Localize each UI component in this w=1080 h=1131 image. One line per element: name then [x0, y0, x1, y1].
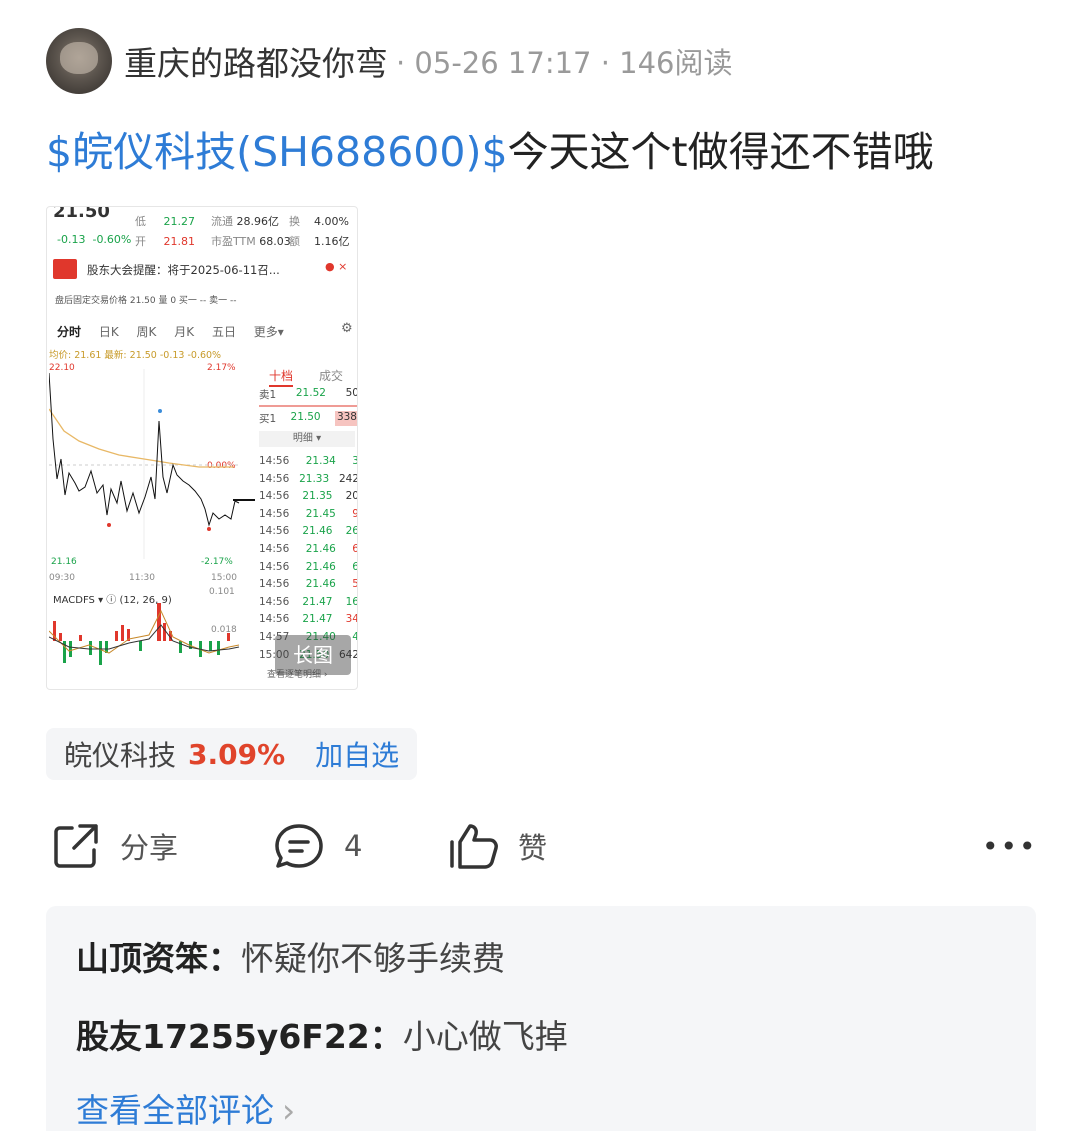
trade-row: 14:56 21.33 242	[259, 472, 358, 485]
tab-trades[interactable]: 成交	[319, 367, 343, 384]
tab-week: 周K	[136, 325, 157, 339]
trade-row: 14:5621.465	[259, 578, 357, 591]
comments-panel: 山顶资笨：怀疑你不够手续费 股友17255y6F22：小心做飞掉 查看全部评论 ›	[46, 906, 1036, 1131]
avatar[interactable]	[46, 28, 112, 94]
trade-row: 14:56 21.35 20	[259, 490, 358, 503]
post-text: $皖仪科技(SH688600)$今天这个t做得还不错哦	[46, 124, 934, 180]
author-name[interactable]: 重庆的路都没你弯	[124, 37, 388, 85]
gear-icon[interactable]: ⚙	[341, 321, 353, 336]
intraday-chart	[49, 369, 240, 559]
trade-row: 14:5621.343	[259, 455, 357, 467]
shot-notice[interactable]: 股东大会提醒：将于2025-06-11召...	[87, 262, 280, 278]
stock-chip[interactable]: 皖仪科技 3.09% 加自选	[46, 728, 418, 780]
comment-item[interactable]: 股友17255y6F22：小心做飞掉	[76, 1010, 568, 1058]
post-header: 重庆的路都没你弯 · 05-26 17:17 · 146阅读	[46, 28, 733, 94]
stock-screenshot[interactable]: 21.50 -0.13 -0.60% 低 21.27 开 21.81 流通 28…	[46, 206, 358, 690]
comment-icon	[275, 824, 323, 868]
shot-change: -0.13	[57, 233, 86, 246]
tab-more: 更多▾	[253, 325, 284, 339]
trade-row: 14:5621.466	[259, 543, 357, 555]
view-all-comments-link[interactable]: 查看全部评论 ›	[76, 1084, 295, 1131]
like-button[interactable]: 赞	[446, 818, 547, 874]
shot-change-pct: -0.60%	[92, 233, 132, 246]
trade-row: 14:56 21.46 26	[259, 525, 358, 538]
stock-tag-link[interactable]: $皖仪科技(SH688600)$	[46, 128, 508, 176]
avg-line: 均价: 21.61 最新: 21.50 -0.13 -0.60%	[49, 350, 222, 361]
tab-fenshi: 分时	[57, 325, 82, 339]
trade-row: 14:56 21.47 16	[259, 595, 358, 608]
chevron-right-icon: ›	[282, 1091, 296, 1130]
trade-row: 14:5621.466	[259, 560, 357, 573]
close-icon[interactable]: ● ×	[325, 260, 347, 273]
long-image-label: 长图	[275, 635, 351, 675]
post-meta: · 05-26 17:17 · 146阅读	[396, 46, 733, 80]
tab-order-book[interactable]: 十档	[269, 367, 294, 387]
comment-user: 山顶资笨：	[76, 939, 241, 978]
macd-chart	[49, 603, 240, 665]
tab-day: 日K	[98, 325, 119, 339]
chip-stock-name: 皖仪科技	[64, 739, 177, 772]
trade-row: 14:56 21.47 34	[259, 613, 358, 626]
more-icon[interactable]: •••	[982, 818, 1038, 874]
trade-row: 14:5621.459	[259, 507, 357, 520]
share-icon	[54, 824, 98, 868]
thumbs-up-icon	[450, 824, 498, 869]
add-watchlist-button[interactable]: 加自选	[315, 734, 399, 774]
tab-month: 月K	[174, 325, 195, 339]
tab-5day: 五日	[211, 325, 236, 339]
chip-stock-pct: 3.09%	[188, 737, 286, 771]
comment-text: 怀疑你不够手续费	[241, 939, 505, 978]
after-hours: 盘后固定交易价格 21.50 量 0 买一 -- 卖一 --	[55, 296, 237, 306]
buy1-row: 买1 21.50 338	[259, 411, 357, 426]
action-bar: 分享 4 赞 •••	[46, 818, 1036, 874]
comment-text: 小心做飞掉	[402, 1017, 568, 1056]
comment-item[interactable]: 山顶资笨：怀疑你不够手续费	[76, 932, 505, 980]
comment-user: 股友17255y6F22：	[76, 1017, 403, 1056]
share-button[interactable]: 分享	[50, 818, 178, 874]
comment-button[interactable]: 4	[272, 818, 362, 874]
shot-tabs: 分时 日K 周K 月K 五日 更多▾	[57, 323, 298, 340]
sell1-row: 卖1 21.52 50	[259, 387, 358, 401]
notice-icon	[53, 259, 77, 279]
detail-dropdown[interactable]: 明细 ▾	[259, 431, 355, 447]
post-body: 今天这个t做得还不错哦	[507, 128, 934, 176]
comment-count: 4	[344, 829, 363, 863]
shot-price: 21.50	[53, 206, 110, 222]
